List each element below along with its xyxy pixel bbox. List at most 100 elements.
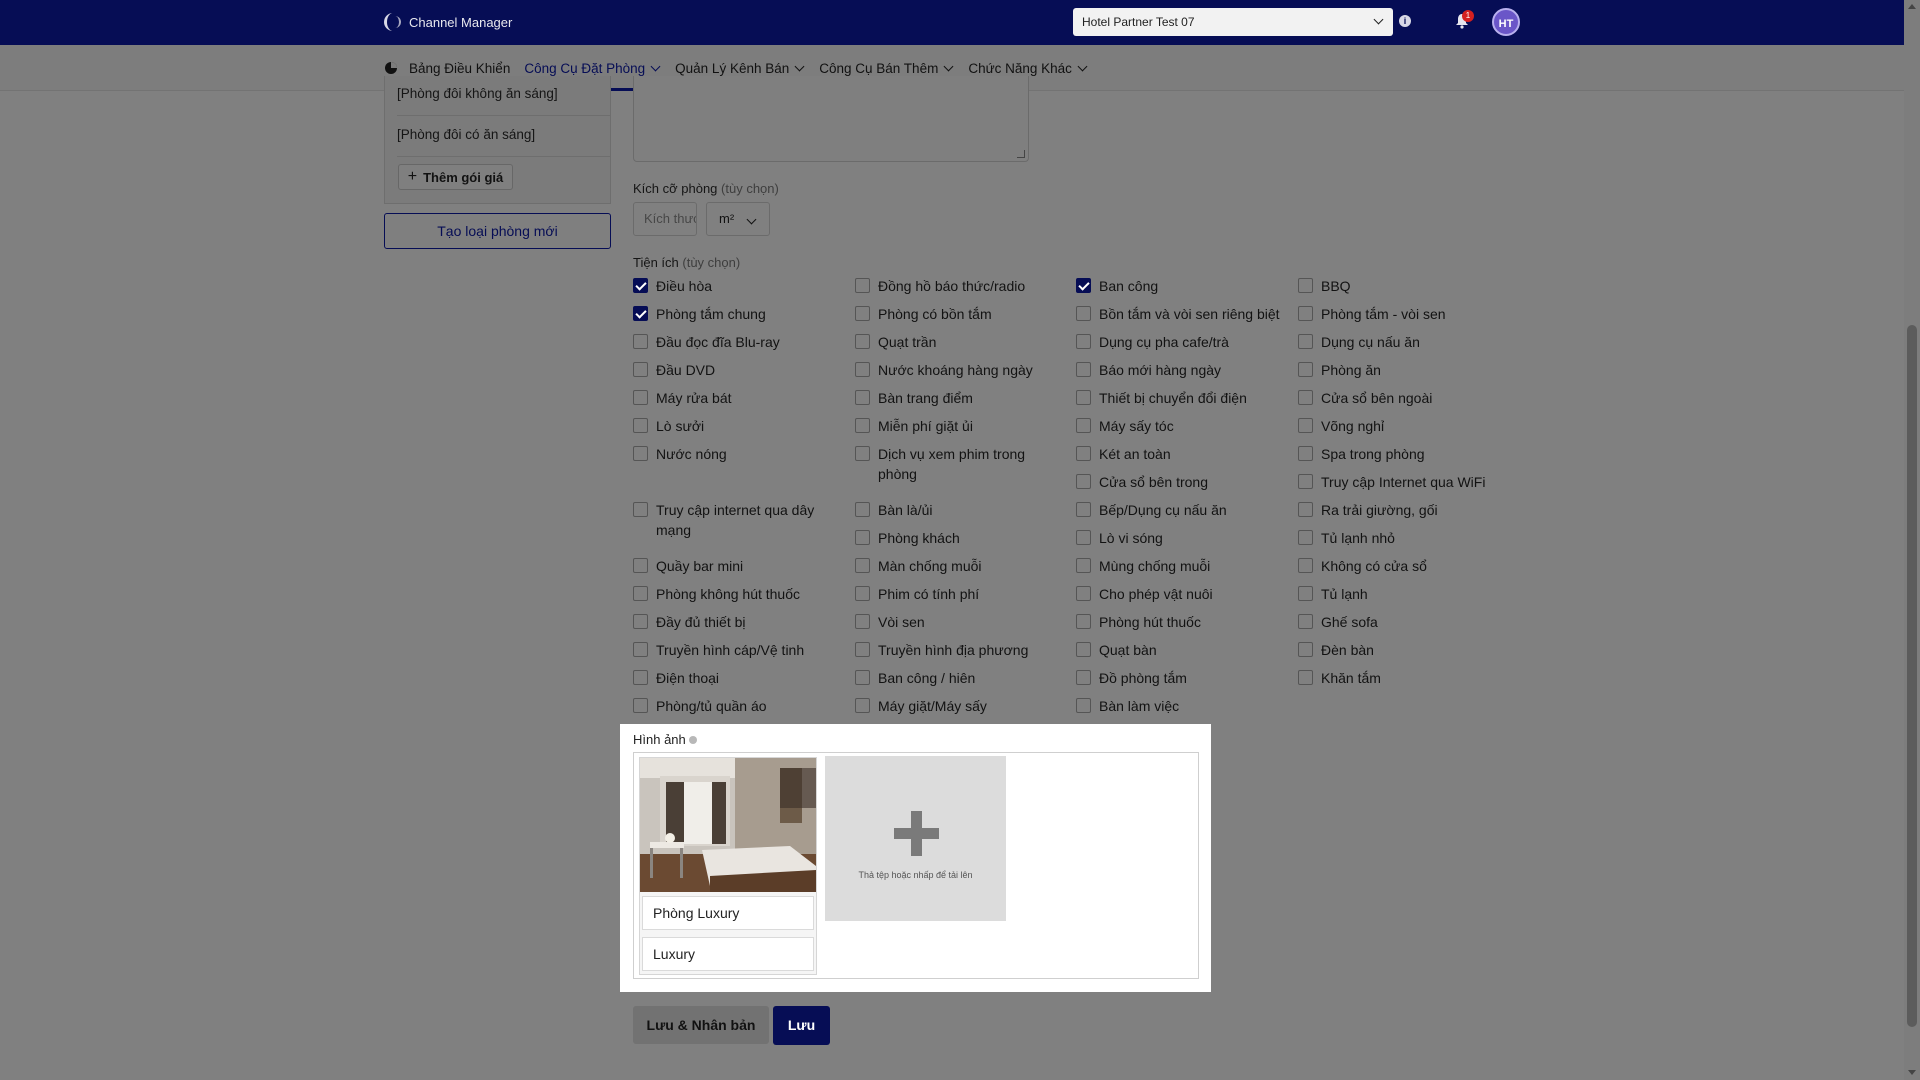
amenity-checkbox-row[interactable]: Không có cửa sổ (1298, 556, 1488, 576)
amenity-checkbox-row[interactable]: Điều hòa (633, 276, 823, 296)
amenity-checkbox-row[interactable]: Đầu DVD (633, 360, 823, 380)
amenity-checkbox-row[interactable]: Đèn bàn (1298, 640, 1488, 660)
checkbox[interactable] (633, 642, 648, 657)
room-size-unit-select[interactable]: m² (706, 202, 770, 236)
checkbox[interactable] (633, 558, 648, 573)
amenity-checkbox-row[interactable]: Điện thoại (633, 668, 823, 688)
amenity-checkbox-row[interactable]: Tủ lạnh (1298, 584, 1488, 604)
amenity-checkbox-row[interactable]: Khăn tắm (1298, 668, 1488, 688)
checkbox[interactable] (855, 306, 870, 321)
amenity-checkbox-row[interactable]: Đồ phòng tắm (1076, 668, 1286, 688)
checkbox-checked[interactable] (633, 278, 648, 293)
amenity-checkbox-row[interactable]: Tủ lạnh nhỏ (1298, 528, 1488, 548)
scroll-down-icon[interactable] (1908, 1070, 1916, 1075)
hotel-select[interactable]: Hotel Partner Test 07 (1073, 8, 1393, 36)
checkbox[interactable] (855, 586, 870, 601)
amenity-checkbox-row[interactable]: Ghế sofa (1298, 612, 1488, 632)
amenity-checkbox-row[interactable]: Phòng tắm chung (633, 304, 823, 324)
info-icon[interactable] (688, 736, 697, 744)
scroll-up-icon[interactable] (1908, 4, 1916, 9)
checkbox[interactable] (1298, 474, 1313, 489)
checkbox[interactable] (855, 614, 870, 629)
save-and-duplicate-button[interactable]: Lưu & Nhân bản (633, 1006, 769, 1044)
amenity-checkbox-row[interactable]: Phòng ăn (1298, 360, 1488, 380)
checkbox[interactable] (855, 418, 870, 433)
amenity-checkbox-row[interactable]: Phim có tính phí (855, 584, 1045, 604)
checkbox[interactable] (633, 502, 648, 517)
checkbox[interactable] (633, 334, 648, 349)
amenity-checkbox-row[interactable]: Quạt bàn (1076, 640, 1286, 660)
checkbox[interactable] (1076, 502, 1091, 517)
checkbox-checked[interactable] (633, 306, 648, 321)
checkbox[interactable] (1076, 558, 1091, 573)
amenity-checkbox-row[interactable]: Ra trải giường, gối (1298, 500, 1488, 520)
checkbox[interactable] (633, 446, 648, 461)
checkbox[interactable] (1076, 446, 1091, 461)
scrollbar-thumb[interactable] (1907, 325, 1917, 1027)
checkbox[interactable] (1298, 278, 1313, 293)
amenity-checkbox-row[interactable]: Phòng không hút thuốc (633, 584, 823, 604)
photo-card[interactable]: Phòng Luxury Luxury (639, 757, 817, 975)
amenity-checkbox-row[interactable]: Quầy bar mini (633, 556, 823, 576)
amenity-checkbox-row[interactable]: Thiết bị chuyển đổi điện (1076, 388, 1286, 408)
checkbox[interactable] (1298, 446, 1313, 461)
amenity-checkbox-row[interactable]: Lò vi sóng (1076, 528, 1286, 548)
checkbox[interactable] (855, 642, 870, 657)
upload-dropzone[interactable]: Thả tệp hoặc nhấp để tải lên (825, 756, 1006, 921)
scrollbar[interactable] (1904, 0, 1920, 1080)
checkbox[interactable] (1298, 418, 1313, 433)
amenity-checkbox-row[interactable]: Ban công (1076, 276, 1286, 296)
amenity-checkbox-row[interactable]: Dụng cụ pha cafe/trà (1076, 332, 1286, 352)
checkbox[interactable] (855, 670, 870, 685)
amenity-checkbox-row[interactable]: Truy cập Internet qua WiFi (1298, 472, 1488, 492)
amenity-checkbox-row[interactable]: Truyền hình địa phương (855, 640, 1045, 660)
checkbox[interactable] (855, 362, 870, 377)
checkbox[interactable] (1076, 362, 1091, 377)
checkbox[interactable] (633, 614, 648, 629)
checkbox[interactable] (633, 670, 648, 685)
room-photo[interactable] (640, 758, 816, 892)
checkbox[interactable] (855, 698, 870, 713)
amenity-checkbox-row[interactable]: Phòng khách (855, 528, 1045, 548)
amenity-checkbox-row[interactable]: Cửa sổ bên ngoài (1298, 388, 1488, 408)
save-button[interactable]: Lưu (773, 1006, 830, 1045)
resize-handle-icon[interactable] (1017, 150, 1025, 158)
amenity-checkbox-row[interactable]: Đầy đủ thiết bị (633, 612, 823, 632)
amenity-checkbox-row[interactable]: Bàn là/ủi (855, 500, 1045, 520)
checkbox[interactable] (1298, 670, 1313, 685)
amenity-checkbox-row[interactable]: Máy giặt/Máy sấy (855, 696, 1045, 716)
checkbox[interactable] (1076, 586, 1091, 601)
amenity-checkbox-row[interactable]: Bồn tắm và vòi sen riêng biệt (1076, 304, 1286, 324)
amenity-checkbox-row[interactable]: Phòng có bồn tắm (855, 304, 1045, 324)
amenity-checkbox-row[interactable]: Mùng chống muỗi (1076, 556, 1286, 576)
amenity-checkbox-row[interactable]: Spa trong phòng (1298, 444, 1488, 464)
amenity-checkbox-row[interactable]: BBQ (1298, 276, 1488, 296)
checkbox[interactable] (1076, 642, 1091, 657)
amenity-checkbox-row[interactable]: Bếp/Dụng cụ nấu ăn (1076, 500, 1286, 520)
amenity-checkbox-row[interactable]: Bàn làm việc (1076, 696, 1286, 716)
amenity-checkbox-row[interactable]: Phòng tắm - vòi sen (1298, 304, 1488, 324)
description-textarea[interactable] (633, 76, 1029, 162)
rate-package-item[interactable]: [Phòng đôi có ăn sáng] (397, 127, 535, 142)
amenity-checkbox-row[interactable]: Phòng/tủ quần áo (633, 696, 823, 716)
room-size-input[interactable]: Kích thước (633, 202, 697, 236)
amenity-checkbox-row[interactable]: Dịch vụ xem phim trong phòng (855, 444, 1045, 484)
checkbox[interactable] (855, 390, 870, 405)
create-room-type-button[interactable]: Tạo loại phòng mới (384, 213, 611, 249)
checkbox[interactable] (1298, 586, 1313, 601)
amenity-checkbox-row[interactable]: Máy rửa bát (633, 388, 823, 408)
checkbox[interactable] (633, 362, 648, 377)
checkbox[interactable] (1298, 642, 1313, 657)
amenity-checkbox-row[interactable]: Vòi sen (855, 612, 1045, 632)
checkbox[interactable] (1298, 502, 1313, 517)
amenity-checkbox-row[interactable]: Đầu đọc đĩa Blu-ray (633, 332, 823, 352)
checkbox[interactable] (633, 586, 648, 601)
checkbox[interactable] (1076, 390, 1091, 405)
avatar[interactable]: HT (1492, 8, 1520, 36)
checkbox[interactable] (1298, 362, 1313, 377)
amenity-checkbox-row[interactable]: Miễn phí giặt ủi (855, 416, 1045, 436)
info-icon[interactable]: i (1399, 15, 1411, 27)
checkbox[interactable] (1076, 670, 1091, 685)
checkbox[interactable] (633, 698, 648, 713)
checkbox[interactable] (1076, 474, 1091, 489)
